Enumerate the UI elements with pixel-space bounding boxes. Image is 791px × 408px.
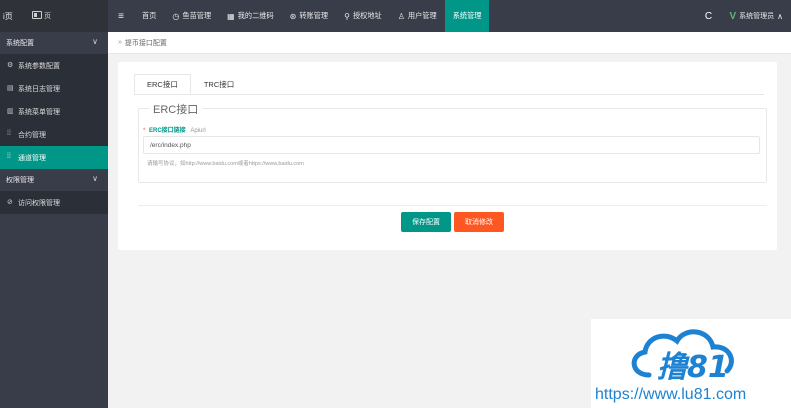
top-bar: i页 页 ≡ 首页 ◷ 鱼苗管理 ▦ 我的二维码 ⊛ 转账管理 ⚲ 授权地址 ♙… — [0, 0, 791, 32]
nav-qrcode[interactable]: ▦ 我的二维码 — [219, 0, 282, 32]
sidebar-item-access-permissions[interactable]: ⊘ 访问权限管理 — [0, 191, 108, 214]
brand-text: i页 — [3, 12, 13, 21]
sidebar-item-system-logs[interactable]: ▤ 系统日志管理 — [0, 77, 108, 100]
qrcode-icon: ▦ — [227, 11, 235, 21]
form-divider — [138, 205, 767, 206]
field-label: * ERC接口链接 Apiurl — [143, 125, 206, 134]
nav-auth-address[interactable]: ⚲ 授权地址 — [336, 0, 390, 32]
sidebar-item-channels[interactable]: ⁞⁞ 通道管理 — [0, 146, 108, 169]
nav-fry-label: 鱼苗管理 — [182, 11, 212, 20]
nav-transfer-label: 转账管理 — [299, 11, 329, 20]
nav-auth-address-label: 授权地址 — [352, 11, 382, 20]
refresh-icon[interactable]: C — [697, 11, 719, 22]
hamburger-icon: ≡ — [118, 10, 124, 22]
sidebar-item-label: 系统菜单管理 — [18, 108, 60, 116]
nav-transfer[interactable]: ⊛ 转账管理 — [282, 0, 336, 32]
sidebar-item-label: 系统日志管理 — [18, 85, 60, 93]
sidebar-item-label: 访问权限管理 — [18, 199, 60, 207]
sidebar-group-permissions[interactable]: 权限管理 ∨ — [0, 169, 108, 191]
tab-icon[interactable] — [32, 11, 42, 19]
grid-icon: ⁞⁞ — [7, 153, 11, 160]
sidebar-group-system-config[interactable]: 系统配置 ∨ — [0, 32, 108, 54]
nav-qrcode-label: 我的二维码 — [237, 11, 274, 20]
tab-divider — [134, 94, 764, 95]
field-api-name: Apiurl — [190, 128, 206, 134]
sidebar-item-contracts[interactable]: ⁞⁞ 合约管理 — [0, 123, 108, 146]
clock-icon: ◷ — [172, 11, 180, 21]
grid-icon: ⁞⁞ — [7, 130, 11, 137]
sidebar-item-label: 合约管理 — [18, 131, 46, 139]
erc-url-input[interactable] — [143, 136, 760, 154]
tab-erc-label: ERC接口 — [147, 79, 178, 89]
breadcrumb: » 提币接口配置 — [108, 32, 791, 54]
shield-icon: ⊘ — [7, 199, 13, 206]
sidebar-item-label: 系统参数配置 — [18, 62, 60, 70]
nav-home[interactable]: 首页 — [134, 0, 164, 32]
breadcrumb-separator: » — [118, 39, 122, 46]
save-button[interactable]: 保存配置 — [401, 212, 451, 232]
tab-bar: ERC接口 TRC接口 — [134, 74, 247, 94]
user-logo-icon: V — [729, 10, 737, 22]
watermark-url: https://www.lu81.com — [595, 386, 747, 403]
field-hint: 请输写协议，如http://www.baidu.com或者https://www… — [147, 161, 304, 167]
user-name: 系统管理员 — [739, 13, 775, 20]
erc-fieldset: ERC接口 * ERC接口链接 Apiurl 请输写协议，如http://www… — [138, 101, 767, 183]
chevron-down-icon: ∨ — [92, 174, 98, 183]
chevron-up-icon: ∧ — [777, 11, 783, 21]
location-icon: ⚲ — [344, 11, 350, 21]
nav-user-management[interactable]: ♙ 用户管理 — [390, 0, 445, 32]
chevron-down-icon: ∨ — [92, 37, 98, 46]
cloud-logo-icon: 撸81 — [631, 329, 734, 385]
sidebar: 系统配置 ∨ ⚙ 系统参数配置 ▤ 系统日志管理 ▥ 系统菜单管理 ⁞⁞ 合约管… — [0, 32, 108, 408]
user-menu[interactable]: V 系统管理员 ∧ — [729, 11, 791, 22]
sidebar-item-system-params[interactable]: ⚙ 系统参数配置 — [0, 54, 108, 77]
watermark-logo-text: 撸81 — [657, 350, 729, 385]
fieldset-legend: ERC接口 — [149, 101, 203, 117]
user-icon: ♙ — [397, 11, 405, 21]
sidebar-item-label: 通道管理 — [18, 154, 46, 162]
top-nav: ≡ 首页 ◷ 鱼苗管理 ▦ 我的二维码 ⊛ 转账管理 ⚲ 授权地址 ♙ 用户管理… — [108, 0, 490, 32]
watermark: 撸81 https://www.lu81.com — [591, 319, 791, 408]
tab-trc[interactable]: TRC接口 — [191, 74, 247, 94]
nav-fry-management[interactable]: ◷ 鱼苗管理 — [164, 0, 219, 32]
breadcrumb-current: 提币接口配置 — [124, 39, 167, 47]
tab-trc-label: TRC接口 — [203, 79, 235, 89]
brand-tab-text: 页 — [44, 13, 51, 20]
field-label-text: ERC接口链接 — [149, 128, 186, 134]
log-icon: ▤ — [7, 85, 14, 92]
nav-user-label: 用户管理 — [407, 11, 437, 20]
gear-icon: ⚙ — [7, 62, 14, 69]
menu-toggle-button[interactable]: ≡ — [108, 0, 134, 32]
menu-icon: ▥ — [7, 108, 14, 115]
brand-area: i页 页 — [0, 0, 108, 32]
transfer-icon: ⊛ — [289, 11, 297, 21]
nav-system-management[interactable]: 系统管理 — [444, 0, 490, 32]
required-mark: * — [143, 128, 146, 134]
nav-system-label: 系统管理 — [452, 11, 482, 20]
tab-erc[interactable]: ERC接口 — [134, 74, 191, 94]
sidebar-group-label: 系统配置 — [6, 40, 34, 47]
nav-home-label: 首页 — [142, 11, 157, 20]
top-right: C V 系统管理员 ∧ — [697, 0, 791, 32]
sidebar-group-label: 权限管理 — [6, 177, 34, 184]
config-card: ERC接口 TRC接口 ERC接口 * ERC接口链接 Apiurl 请输写协议… — [118, 62, 777, 250]
sidebar-item-system-menus[interactable]: ▥ 系统菜单管理 — [0, 100, 108, 123]
cancel-button[interactable]: 取消修改 — [454, 212, 504, 232]
